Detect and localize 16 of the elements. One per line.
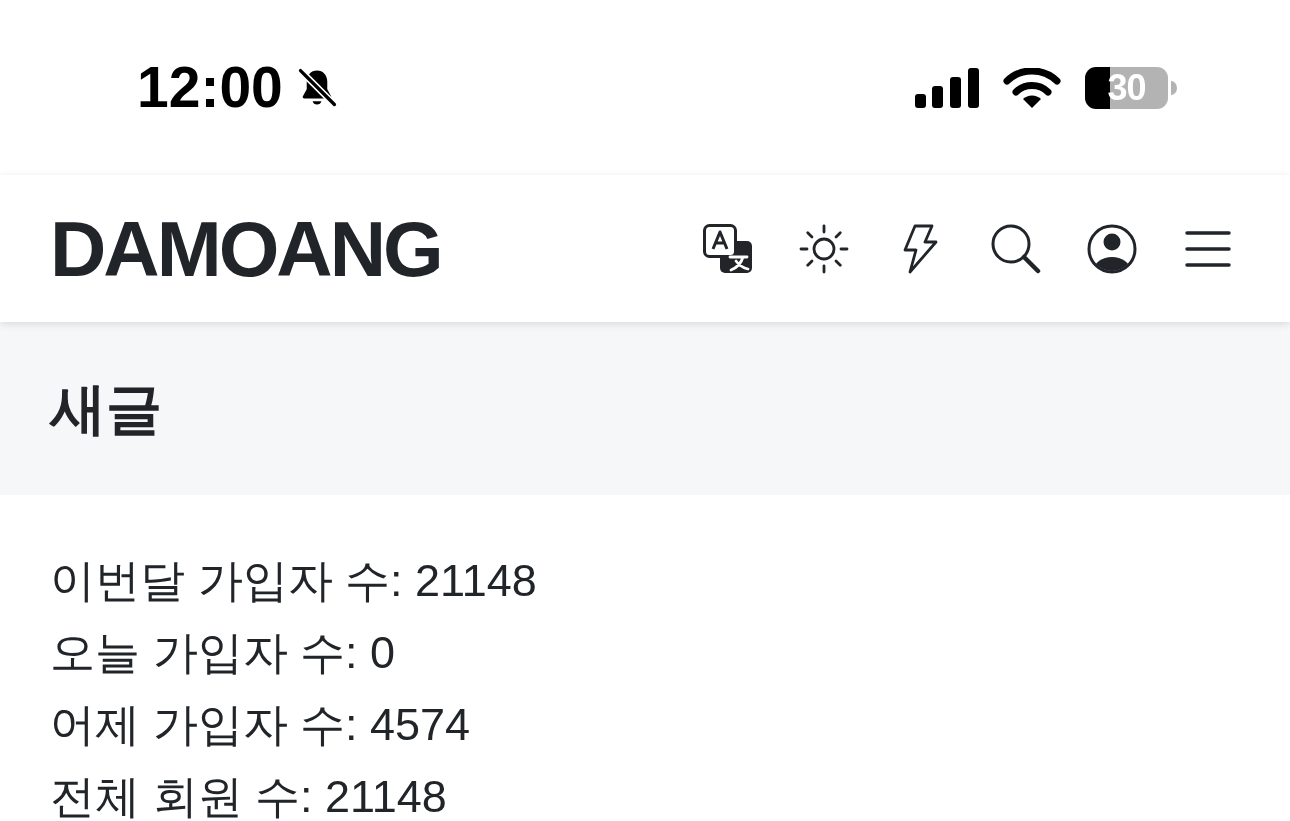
section-title: 새글 bbox=[50, 380, 162, 437]
user-icon bbox=[1087, 223, 1137, 274]
signal-icon bbox=[915, 67, 979, 108]
battery-cap-icon bbox=[1171, 80, 1177, 95]
stat-line: 어제 가입자 수: 4574 bbox=[50, 702, 471, 748]
menu-icon bbox=[1185, 229, 1231, 268]
wifi-icon bbox=[1003, 67, 1061, 108]
stat-line: 이번달 가입자 수: 21148 bbox=[50, 558, 537, 604]
search-icon bbox=[991, 223, 1041, 274]
site-logo[interactable]: DAMOANG bbox=[50, 209, 441, 288]
status-time: 12:00 bbox=[137, 59, 283, 116]
translate-icon bbox=[703, 223, 753, 274]
sun-icon bbox=[799, 223, 849, 274]
stat-line: 전체 회원 수: 21148 bbox=[50, 774, 447, 820]
lightning-icon bbox=[902, 223, 938, 274]
stat-line: 오늘 가입자 수: 0 bbox=[50, 630, 396, 676]
